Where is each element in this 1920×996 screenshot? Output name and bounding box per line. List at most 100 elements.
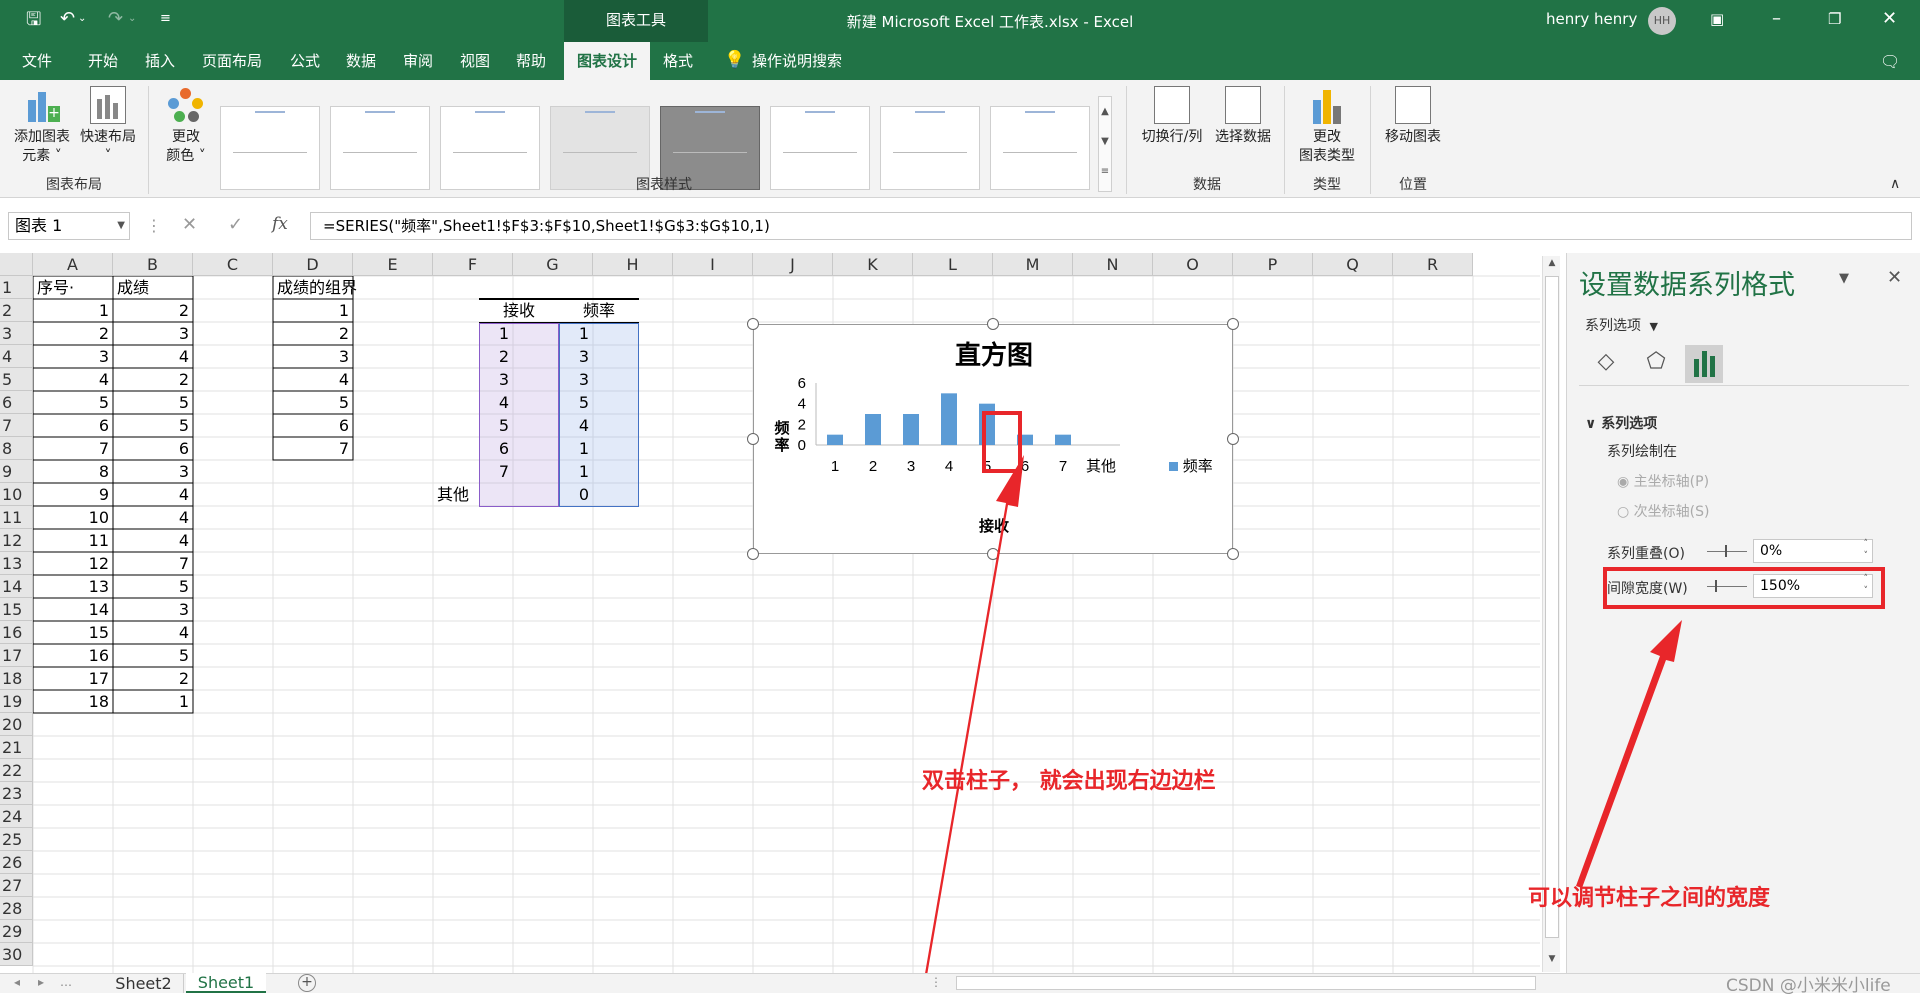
col-b-cell[interactable]: 2 xyxy=(113,299,193,322)
col-a-cell[interactable]: 12 xyxy=(33,552,113,575)
overlap-input[interactable]: 0% ˄ ˅ xyxy=(1753,539,1873,563)
switch-row-column-button[interactable]: 切换行/列 xyxy=(1138,86,1206,147)
comments-icon[interactable]: 🗨 xyxy=(1880,52,1900,72)
user-name[interactable]: henry henry xyxy=(1546,10,1637,28)
column-header-d[interactable]: D xyxy=(273,253,353,276)
customize-qat-icon[interactable]: ≡ xyxy=(160,9,171,29)
row-header[interactable]: 3 xyxy=(0,322,33,345)
cell-g2[interactable]: 频率 xyxy=(559,299,639,322)
col-g-cell[interactable]: 3 xyxy=(513,368,593,391)
column-header-c[interactable]: C xyxy=(193,253,273,276)
col-a-cell[interactable]: 4 xyxy=(33,368,113,391)
col-b-cell[interactable]: 2 xyxy=(113,667,193,690)
row-header[interactable]: 22 xyxy=(0,759,33,782)
row-header[interactable]: 29 xyxy=(0,920,33,943)
series-options-icon[interactable] xyxy=(1685,345,1723,383)
column-header-b[interactable]: B xyxy=(113,253,193,276)
column-header-j[interactable]: J xyxy=(753,253,833,276)
col-a-cell[interactable]: 10 xyxy=(33,506,113,529)
cell-f2[interactable]: 接收 xyxy=(479,299,559,322)
overlap-slider[interactable] xyxy=(1707,551,1747,552)
tab-home[interactable]: 开始 xyxy=(78,42,128,80)
col-b-cell[interactable]: 6 xyxy=(113,437,193,460)
col-b-cell[interactable]: 5 xyxy=(113,575,193,598)
row-header[interactable]: 13 xyxy=(0,552,33,575)
col-b-cell[interactable]: 4 xyxy=(113,483,193,506)
insert-function-icon[interactable]: fx xyxy=(272,214,288,234)
chart-resize-handle[interactable] xyxy=(747,433,759,445)
col-b-cell[interactable]: 4 xyxy=(113,506,193,529)
select-all-corner[interactable] xyxy=(0,253,33,276)
undo-icon[interactable]: ↶ xyxy=(60,9,75,29)
avatar[interactable]: HH xyxy=(1648,7,1676,35)
col-a-cell[interactable]: 16 xyxy=(33,644,113,667)
row-header[interactable]: 16 xyxy=(0,621,33,644)
row-header[interactable]: 19 xyxy=(0,690,33,713)
col-d-cell[interactable]: 6 xyxy=(273,414,353,437)
row-header[interactable]: 27 xyxy=(0,874,33,897)
col-a-cell[interactable]: 17 xyxy=(33,667,113,690)
col-b-cell[interactable]: 2 xyxy=(113,368,193,391)
chart-resize-handle[interactable] xyxy=(1227,548,1239,560)
col-g-cell[interactable]: 4 xyxy=(513,414,593,437)
row-header[interactable]: 26 xyxy=(0,851,33,874)
name-box[interactable]: 图表 1 ▼ xyxy=(8,212,130,240)
tab-format[interactable]: 格式 xyxy=(656,42,700,80)
tab-formulas[interactable]: 公式 xyxy=(280,42,330,80)
row-header[interactable]: 12 xyxy=(0,529,33,552)
sheet-tab-sheet2[interactable]: Sheet2 xyxy=(104,974,184,993)
row-header[interactable]: 8 xyxy=(0,437,33,460)
column-header-h[interactable]: H xyxy=(593,253,673,276)
col-a-cell[interactable]: 2 xyxy=(33,322,113,345)
change-chart-type-button[interactable]: 更改 图表类型 xyxy=(1292,86,1362,166)
tab-review[interactable]: 审阅 xyxy=(393,42,443,80)
pane-options-icon[interactable]: ▼ xyxy=(1839,271,1849,286)
row-header[interactable]: 30 xyxy=(0,943,33,966)
horizontal-scrollbar[interactable] xyxy=(956,976,1536,990)
col-b-cell[interactable]: 3 xyxy=(113,322,193,345)
col-g-cell[interactable]: 1 xyxy=(513,322,593,345)
col-b-cell[interactable]: 5 xyxy=(113,644,193,667)
col-f-cell[interactable]: 7 xyxy=(433,460,513,483)
tab-insert[interactable]: 插入 xyxy=(135,42,185,80)
chart-resize-handle[interactable] xyxy=(747,318,759,330)
row-header[interactable]: 11 xyxy=(0,506,33,529)
row-header[interactable]: 7 xyxy=(0,414,33,437)
column-header-l[interactable]: L xyxy=(913,253,993,276)
cell-d1[interactable]: 成绩的组界 xyxy=(273,276,399,299)
row-header[interactable]: 15 xyxy=(0,598,33,621)
row-header[interactable]: 1 xyxy=(0,276,33,299)
col-b-cell[interactable]: 5 xyxy=(113,391,193,414)
column-header-q[interactable]: Q xyxy=(1313,253,1393,276)
col-f-cell[interactable]: 6 xyxy=(433,437,513,460)
row-header[interactable]: 9 xyxy=(0,460,33,483)
section-series-options[interactable]: ∨ 系列选项 xyxy=(1585,413,1657,433)
col-g-cell[interactable]: 5 xyxy=(513,391,593,414)
col-b-cell[interactable]: 4 xyxy=(113,529,193,552)
col-b-cell[interactable]: 3 xyxy=(113,460,193,483)
row-header[interactable]: 6 xyxy=(0,391,33,414)
col-f-cell[interactable]: 3 xyxy=(433,368,513,391)
cell-a1[interactable]: 序号· xyxy=(33,276,113,299)
redo-dropdown-icon[interactable]: ⌄ xyxy=(128,9,136,29)
collapse-ribbon-icon[interactable]: ∧ xyxy=(1890,176,1900,192)
cell-b1[interactable]: 成绩 xyxy=(113,276,193,299)
worksheet-grid[interactable]: ABCDEFGHIJKLMNOPQR 1 2 3 4 5 6 7 8 9 10 11 12 13 14 15… xyxy=(0,253,1540,973)
col-a-cell[interactable]: 14 xyxy=(33,598,113,621)
col-g-cell[interactable]: 3 xyxy=(513,345,593,368)
col-f-cell[interactable]: 2 xyxy=(433,345,513,368)
enter-icon[interactable]: ✓ xyxy=(228,214,243,235)
col-b-cell[interactable]: 1 xyxy=(113,690,193,713)
effects-icon[interactable]: ⬠ xyxy=(1641,349,1671,379)
select-data-button[interactable]: 选择数据 xyxy=(1210,86,1276,147)
secondary-axis-radio[interactable]: ○ 次坐标轴(S) xyxy=(1617,501,1709,521)
chart-resize-handle[interactable] xyxy=(747,548,759,560)
col-a-cell[interactable]: 3 xyxy=(33,345,113,368)
col-g-cell[interactable]: 1 xyxy=(513,460,593,483)
row-header[interactable]: 4 xyxy=(0,345,33,368)
col-d-cell[interactable]: 7 xyxy=(273,437,353,460)
scroll-up-icon[interactable]: ▲ xyxy=(1545,258,1559,272)
sheet-tab-sheet1[interactable]: Sheet1 xyxy=(186,973,266,993)
col-f-cell[interactable]: 4 xyxy=(433,391,513,414)
save-icon[interactable]: 🖫 xyxy=(26,10,41,30)
